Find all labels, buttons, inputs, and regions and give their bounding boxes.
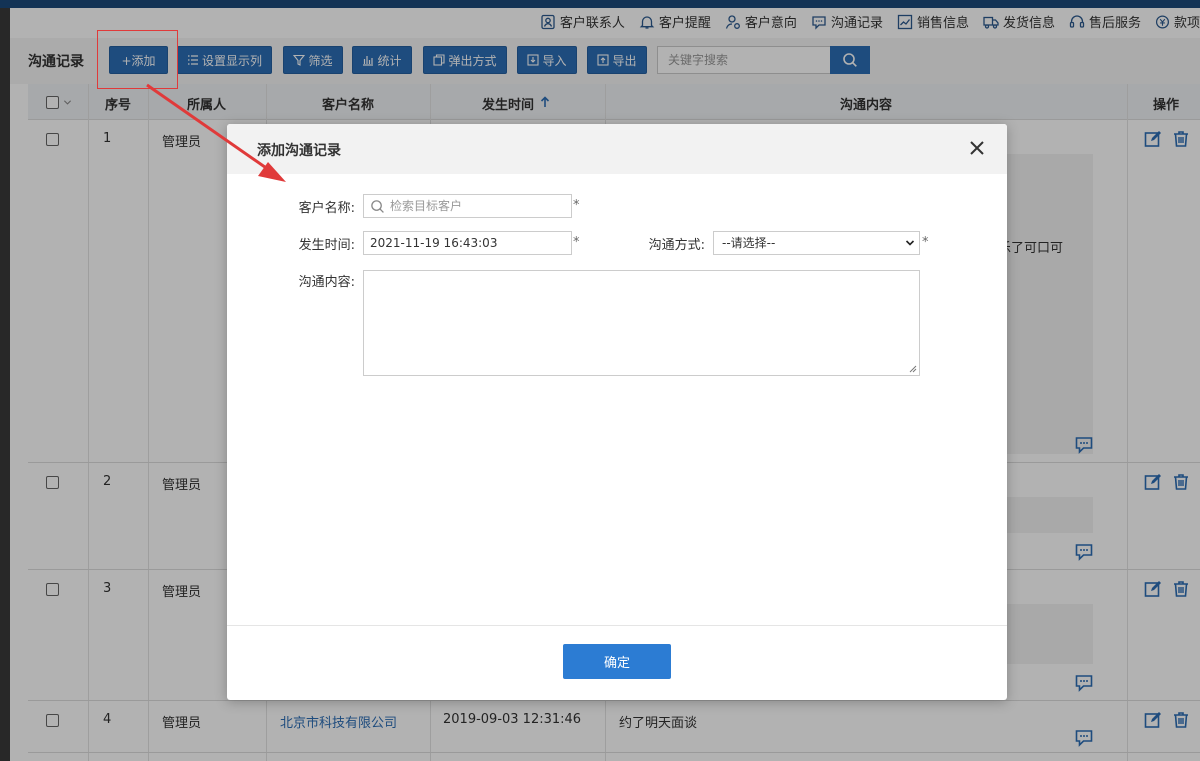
required-mark: *: [573, 198, 580, 213]
resize-handle-icon[interactable]: [909, 365, 917, 373]
annotation-box: [97, 30, 178, 89]
confirm-button[interactable]: 确定: [563, 644, 671, 679]
content-label: 沟通内容:: [298, 275, 355, 290]
content-textarea[interactable]: [363, 270, 920, 376]
dialog-header: 添加沟通记录: [227, 124, 1007, 174]
customer-search-input[interactable]: 检索目标客户: [363, 194, 572, 218]
chevron-down-icon: [905, 240, 915, 246]
time-label: 发生时间:: [298, 238, 355, 253]
method-select[interactable]: --请选择--: [713, 231, 920, 255]
required-mark: *: [922, 235, 929, 250]
search-icon: [371, 200, 384, 213]
close-icon[interactable]: [967, 138, 987, 158]
method-label: 沟通方式:: [648, 238, 705, 253]
method-selected: --请选择--: [722, 236, 776, 250]
customer-placeholder: 检索目标客户: [390, 199, 463, 213]
dialog-footer-divider: [227, 625, 1007, 626]
add-record-dialog: 添加沟通记录 客户名称: 检索目标客户 * 发生时间: 2021-11-19 1…: [227, 124, 1007, 700]
required-mark: *: [573, 235, 580, 250]
dialog-title: 添加沟通记录: [257, 143, 341, 159]
time-input[interactable]: 2021-11-19 16:43:03: [363, 231, 572, 255]
customer-label: 客户名称:: [298, 201, 355, 216]
